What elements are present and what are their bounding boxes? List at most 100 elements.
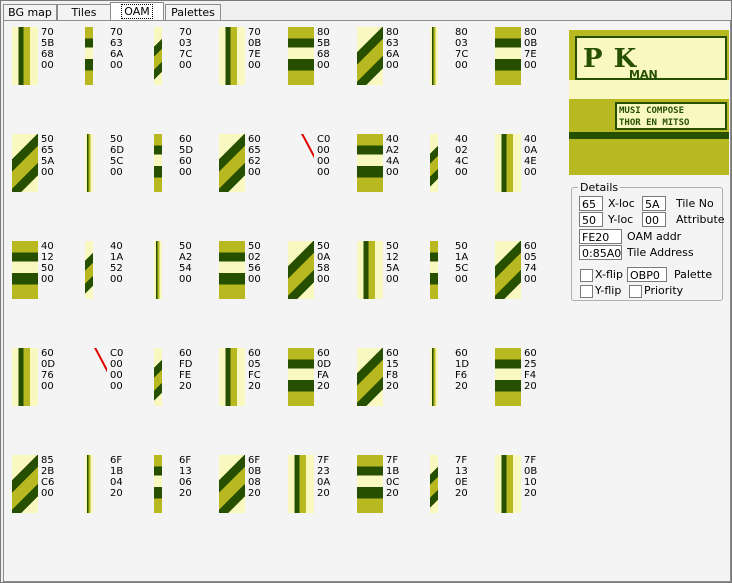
oam-entry[interactable]: 70 63 6A 00 bbox=[81, 27, 145, 89]
hidden-sprite-marker bbox=[81, 348, 107, 406]
oam-entry-values: 70 5B 68 00 bbox=[41, 27, 54, 71]
oam-entry[interactable]: 6F 13 06 20 bbox=[150, 455, 214, 517]
oam-entry[interactable]: 60 0D 76 00 bbox=[12, 348, 76, 410]
sprite-tile bbox=[154, 27, 162, 85]
oam-entry[interactable]: 70 5B 68 00 bbox=[12, 27, 76, 89]
attr-value: 20 bbox=[455, 488, 468, 499]
oam-entry[interactable]: 50 12 5A 00 bbox=[357, 241, 421, 303]
oam-entry-values: 50 65 5A 00 bbox=[41, 134, 54, 178]
tile-value: C6 bbox=[41, 477, 55, 488]
attr-value: 00 bbox=[455, 167, 468, 178]
sprite-tile bbox=[357, 455, 383, 513]
oam-entry[interactable]: 70 0B 7E 00 bbox=[219, 27, 283, 89]
attr-value: 00 bbox=[248, 274, 261, 285]
tile-no-field[interactable]: 5A bbox=[642, 196, 666, 211]
oam-entry[interactable]: C0 00 00 00 bbox=[81, 348, 145, 410]
oam-entry-values: C0 00 00 00 bbox=[110, 348, 123, 392]
oam-entry-values: 50 12 5A 00 bbox=[386, 241, 399, 285]
x-value: 05 bbox=[524, 252, 537, 263]
oam-entry[interactable]: 60 5D 60 00 bbox=[150, 134, 214, 196]
oam-entry[interactable]: 60 15 F8 20 bbox=[357, 348, 421, 410]
oam-entry[interactable]: 6F 1B 04 20 bbox=[81, 455, 145, 517]
oam-entry-values: 7F 1B 0C 20 bbox=[386, 455, 399, 499]
x-value: 05 bbox=[248, 359, 261, 370]
oam-entry[interactable]: 40 02 4C 00 bbox=[426, 134, 490, 196]
oam-entry[interactable]: 50 65 5A 00 bbox=[12, 134, 76, 196]
preview-banner-line2: THOR EN MITSO bbox=[619, 118, 690, 128]
palette-field[interactable]: OBP0 bbox=[627, 267, 667, 282]
sprite-tile bbox=[430, 27, 438, 85]
oam-entry[interactable]: 50 02 56 00 bbox=[219, 241, 283, 303]
x-value: 0B bbox=[524, 466, 538, 477]
oam-entry[interactable]: 80 63 6A 00 bbox=[357, 27, 421, 89]
y-loc-field[interactable]: 50 bbox=[579, 212, 603, 227]
oam-entry[interactable]: 60 0D FA 20 bbox=[288, 348, 352, 410]
oam-entry[interactable]: 40 0A 4E 00 bbox=[495, 134, 559, 196]
y-value: 60 bbox=[524, 241, 537, 252]
tile-value: 68 bbox=[317, 49, 330, 60]
y-value: 50 bbox=[248, 241, 261, 252]
oam-entry-values: 60 0D 76 00 bbox=[41, 348, 55, 392]
tile-value: 7E bbox=[524, 49, 537, 60]
attr-value: 00 bbox=[179, 60, 192, 71]
oam-entry[interactable]: 80 03 7C 00 bbox=[426, 27, 490, 89]
x-loc-field[interactable]: 65 bbox=[579, 196, 603, 211]
oam-entry[interactable]: 60 65 62 00 bbox=[219, 134, 283, 196]
oam-entry[interactable]: 60 1D F6 20 bbox=[426, 348, 490, 410]
sprite-tile bbox=[495, 455, 521, 513]
oam-entry[interactable]: 70 03 7C 00 bbox=[150, 27, 214, 89]
details-legend: Details bbox=[578, 181, 621, 194]
oam-entry[interactable]: 7F 0B 10 20 bbox=[495, 455, 559, 517]
oam-entry-values: 40 02 4C 00 bbox=[455, 134, 468, 178]
attr-value: 00 bbox=[248, 167, 261, 178]
tile-value: 58 bbox=[317, 263, 330, 274]
x-value: 0B bbox=[248, 466, 262, 477]
oam-entry[interactable]: 85 2B C6 00 bbox=[12, 455, 76, 517]
tile-value: 00 bbox=[110, 370, 123, 381]
oam-entry[interactable]: C0 00 00 00 bbox=[288, 134, 352, 196]
oam-entry[interactable]: 40 12 50 00 bbox=[12, 241, 76, 303]
oam-entry[interactable]: 7F 1B 0C 20 bbox=[357, 455, 421, 517]
oam-entry[interactable]: 40 A2 4A 00 bbox=[357, 134, 421, 196]
oam-entry-values: 50 1A 5C 00 bbox=[455, 241, 468, 285]
attribute-field[interactable]: 00 bbox=[642, 212, 666, 227]
x-flip-checkbox[interactable] bbox=[580, 269, 593, 282]
oam-entry[interactable]: 60 05 FC 20 bbox=[219, 348, 283, 410]
oam-entry[interactable]: 50 A2 54 00 bbox=[150, 241, 214, 303]
oam-entry[interactable]: 6F 0B 08 20 bbox=[219, 455, 283, 517]
tile-address-field[interactable]: 0:85A0 bbox=[579, 245, 622, 260]
oam-entry[interactable]: 50 1A 5C 00 bbox=[426, 241, 490, 303]
attr-value: 00 bbox=[524, 274, 537, 285]
x-value: 5B bbox=[317, 38, 331, 49]
x-value: 0B bbox=[248, 38, 262, 49]
sprite-tile bbox=[357, 27, 383, 85]
oam-addr-field[interactable]: FE20 bbox=[579, 229, 622, 244]
oam-entry[interactable]: 50 0A 58 00 bbox=[288, 241, 352, 303]
oam-entry[interactable]: 7F 23 0A 20 bbox=[288, 455, 352, 517]
oam-entry[interactable]: 80 0B 7E 00 bbox=[495, 27, 559, 89]
oam-entry[interactable]: 50 6D 5C 00 bbox=[81, 134, 145, 196]
y-flip-checkbox[interactable] bbox=[580, 285, 593, 298]
oam-entry[interactable]: 60 05 74 00 bbox=[495, 241, 559, 303]
tile-value: 7C bbox=[179, 49, 193, 60]
tile-value: F6 bbox=[455, 370, 468, 381]
tile-value: FA bbox=[317, 370, 329, 381]
oam-entry[interactable]: 60 25 F4 20 bbox=[495, 348, 559, 410]
oam-entry[interactable]: 80 5B 68 00 bbox=[288, 27, 352, 89]
oam-entry[interactable]: 7F 13 0E 20 bbox=[426, 455, 490, 517]
attr-value: 20 bbox=[455, 381, 468, 392]
tab-oam[interactable]: OAM bbox=[110, 2, 164, 20]
tab-bg-map[interactable]: BG map bbox=[3, 4, 57, 20]
priority-checkbox[interactable] bbox=[629, 285, 642, 298]
oam-entry-values: 70 0B 7E 00 bbox=[248, 27, 261, 71]
oam-entry[interactable]: 40 1A 52 00 bbox=[81, 241, 145, 303]
y-value: 7F bbox=[455, 455, 468, 466]
sprite-tile bbox=[219, 348, 245, 406]
oam-entry[interactable]: 60 FD FE 20 bbox=[150, 348, 214, 410]
oam-entry-values: C0 00 00 00 bbox=[317, 134, 330, 178]
oam-entry-values: 80 5B 68 00 bbox=[317, 27, 330, 71]
x-value: 00 bbox=[317, 145, 330, 156]
preview-banner: MUSI COMPOSE THOR EN MITSO bbox=[615, 102, 727, 130]
tab-tiles[interactable]: Tiles bbox=[57, 4, 111, 20]
tab-palettes[interactable]: Palettes bbox=[165, 4, 221, 20]
